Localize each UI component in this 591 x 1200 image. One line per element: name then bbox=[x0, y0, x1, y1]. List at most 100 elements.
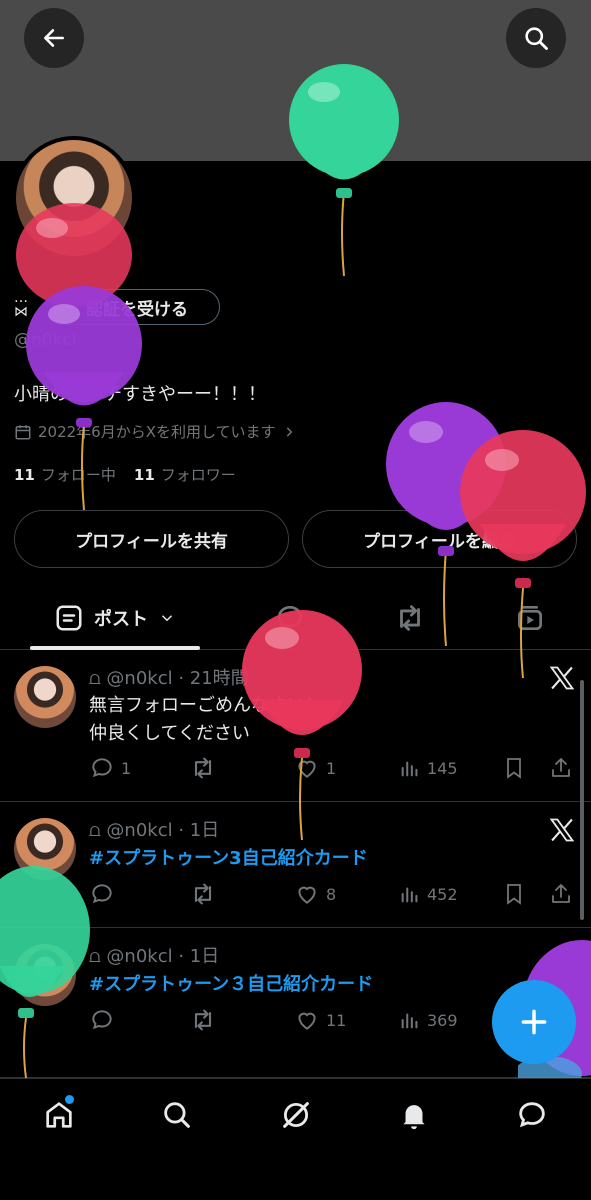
views-count: 369 bbox=[427, 1010, 458, 1030]
post-avatar[interactable] bbox=[14, 666, 76, 728]
views-icon bbox=[401, 761, 418, 777]
followers-link[interactable]: 11 フォロワー bbox=[134, 464, 236, 485]
repost-icon bbox=[194, 883, 212, 905]
nav-messages[interactable] bbox=[512, 1095, 552, 1135]
nav-search[interactable] bbox=[157, 1095, 197, 1135]
nav-home[interactable] bbox=[39, 1095, 79, 1135]
name-sub-glyph: ⋈ bbox=[14, 304, 28, 320]
joined-text: 2022年6月からXを利用しています bbox=[38, 423, 276, 441]
repost-button[interactable] bbox=[189, 880, 217, 908]
views-count: 145 bbox=[427, 758, 458, 778]
views-button[interactable]: 145 bbox=[399, 754, 458, 782]
following-link[interactable]: 11 フォロー中 bbox=[14, 464, 116, 485]
like-button[interactable]: 1 bbox=[294, 754, 336, 782]
tab-media[interactable] bbox=[498, 588, 562, 648]
following-count: 11 bbox=[14, 466, 35, 484]
views-button[interactable]: 452 bbox=[399, 880, 458, 908]
share-button[interactable] bbox=[549, 754, 573, 782]
grok-icon bbox=[283, 1102, 309, 1128]
search-button[interactable] bbox=[506, 8, 566, 68]
repost-tab-icon bbox=[400, 605, 420, 631]
scrollbar[interactable] bbox=[580, 680, 584, 920]
post-item[interactable]: ⩍ @n0kcl · 1日 #スプラトゥーン3自己紹介カード 8 452 bbox=[0, 802, 591, 928]
repost-button[interactable] bbox=[189, 754, 217, 782]
like-button[interactable]: 8 bbox=[294, 880, 336, 908]
follow-stats: 11 フォロー中 11 フォロワー bbox=[14, 464, 236, 485]
x-logo-icon bbox=[549, 818, 575, 842]
bottom-navigation bbox=[0, 1078, 591, 1200]
arrow-left-icon bbox=[44, 29, 64, 47]
views-count: 452 bbox=[427, 884, 458, 904]
like-count: 1 bbox=[326, 758, 337, 778]
search-icon bbox=[164, 1102, 190, 1128]
compose-button[interactable] bbox=[492, 980, 576, 1064]
profile-bio: 小晴のかガチすきやーー！！！ bbox=[14, 384, 266, 405]
like-count: 11 bbox=[326, 1010, 347, 1030]
post-header: ⩍ @n0kcl · 21時間 bbox=[89, 668, 249, 689]
nav-notifications[interactable] bbox=[394, 1095, 434, 1135]
post-actions: 1 1 145 bbox=[89, 754, 579, 782]
joined-date: 2022年6月からXを利用しています bbox=[14, 421, 296, 442]
views-button[interactable]: 369 bbox=[399, 1006, 458, 1034]
heart-icon bbox=[298, 886, 316, 904]
like-button[interactable]: 11 bbox=[294, 1006, 346, 1034]
reply-button[interactable] bbox=[89, 1006, 115, 1034]
reply-icon bbox=[92, 1010, 112, 1030]
chevron-right-icon[interactable] bbox=[282, 425, 296, 439]
bookmark-button[interactable] bbox=[502, 754, 526, 782]
share-icon bbox=[552, 758, 570, 777]
x-logo-icon bbox=[549, 666, 575, 690]
plus-icon bbox=[521, 1009, 547, 1035]
views-icon bbox=[401, 1013, 418, 1029]
like-count: 8 bbox=[326, 884, 337, 904]
profile-avatar[interactable] bbox=[12, 136, 136, 260]
edit-profile-button[interactable]: プロフィールを編集 bbox=[302, 510, 577, 568]
post-text: 無言フォローごめんなさい！ 仲良くしてください bbox=[89, 692, 323, 748]
reply-button[interactable]: 1 bbox=[89, 754, 131, 782]
post-text-line: 仲良くしてください bbox=[89, 723, 250, 744]
posts-tab-icon bbox=[56, 605, 82, 631]
post-avatar[interactable] bbox=[14, 944, 76, 1006]
tab-posts[interactable]: ポスト bbox=[30, 588, 200, 650]
share-button[interactable] bbox=[549, 880, 573, 908]
chevron-down-icon bbox=[161, 615, 173, 622]
reply-count: 1 bbox=[121, 758, 132, 778]
media-tab-icon bbox=[518, 606, 542, 630]
repost-icon bbox=[194, 757, 212, 779]
display-name: … ⋈ bbox=[14, 291, 28, 319]
search-icon bbox=[525, 27, 548, 50]
bell-icon bbox=[403, 1105, 425, 1130]
post-header: ⩍ @n0kcl · 1日 bbox=[89, 946, 220, 967]
heart-icon bbox=[298, 760, 316, 778]
nav-grok[interactable] bbox=[276, 1095, 316, 1135]
reply-button[interactable] bbox=[89, 880, 115, 908]
bookmark-icon bbox=[507, 758, 521, 779]
tab-posts-label: ポスト bbox=[94, 609, 148, 630]
post-actions: 8 452 bbox=[89, 880, 579, 908]
message-icon bbox=[519, 1102, 545, 1128]
following-label: フォロー中 bbox=[40, 466, 116, 484]
share-profile-button[interactable]: プロフィールを共有 bbox=[14, 510, 289, 568]
followers-count: 11 bbox=[133, 466, 155, 484]
bookmark-button[interactable] bbox=[502, 880, 526, 908]
post-text-line: 無言フォローごめんなさい！ bbox=[89, 695, 323, 716]
tab-reposts[interactable] bbox=[378, 588, 442, 648]
reply-icon bbox=[92, 758, 112, 778]
get-verified-button[interactable]: 認証を受ける bbox=[54, 289, 220, 325]
profile-tabs: ポスト bbox=[0, 588, 591, 650]
post-avatar[interactable] bbox=[14, 818, 76, 880]
heart-icon bbox=[298, 1012, 316, 1030]
profile-handle: @n0kcl bbox=[14, 330, 77, 350]
reply-tab-icon bbox=[277, 605, 303, 630]
repost-button[interactable] bbox=[189, 1006, 217, 1034]
post-hashtag-link[interactable]: #スプラトゥーン3自己紹介カード bbox=[89, 844, 368, 870]
calendar-icon bbox=[15, 424, 31, 439]
post-item[interactable]: ⩍ @n0kcl · 21時間 無言フォローごめんなさい！ 仲良くしてください … bbox=[0, 650, 591, 802]
share-icon bbox=[552, 884, 570, 903]
notification-dot bbox=[65, 1095, 74, 1104]
tab-replies[interactable] bbox=[258, 588, 322, 648]
followers-label: フォロワー bbox=[160, 466, 236, 484]
post-hashtag-link[interactable]: #スプラトゥーン３自己紹介カード bbox=[89, 970, 373, 996]
bookmark-icon bbox=[507, 884, 521, 905]
back-button[interactable] bbox=[24, 8, 84, 68]
